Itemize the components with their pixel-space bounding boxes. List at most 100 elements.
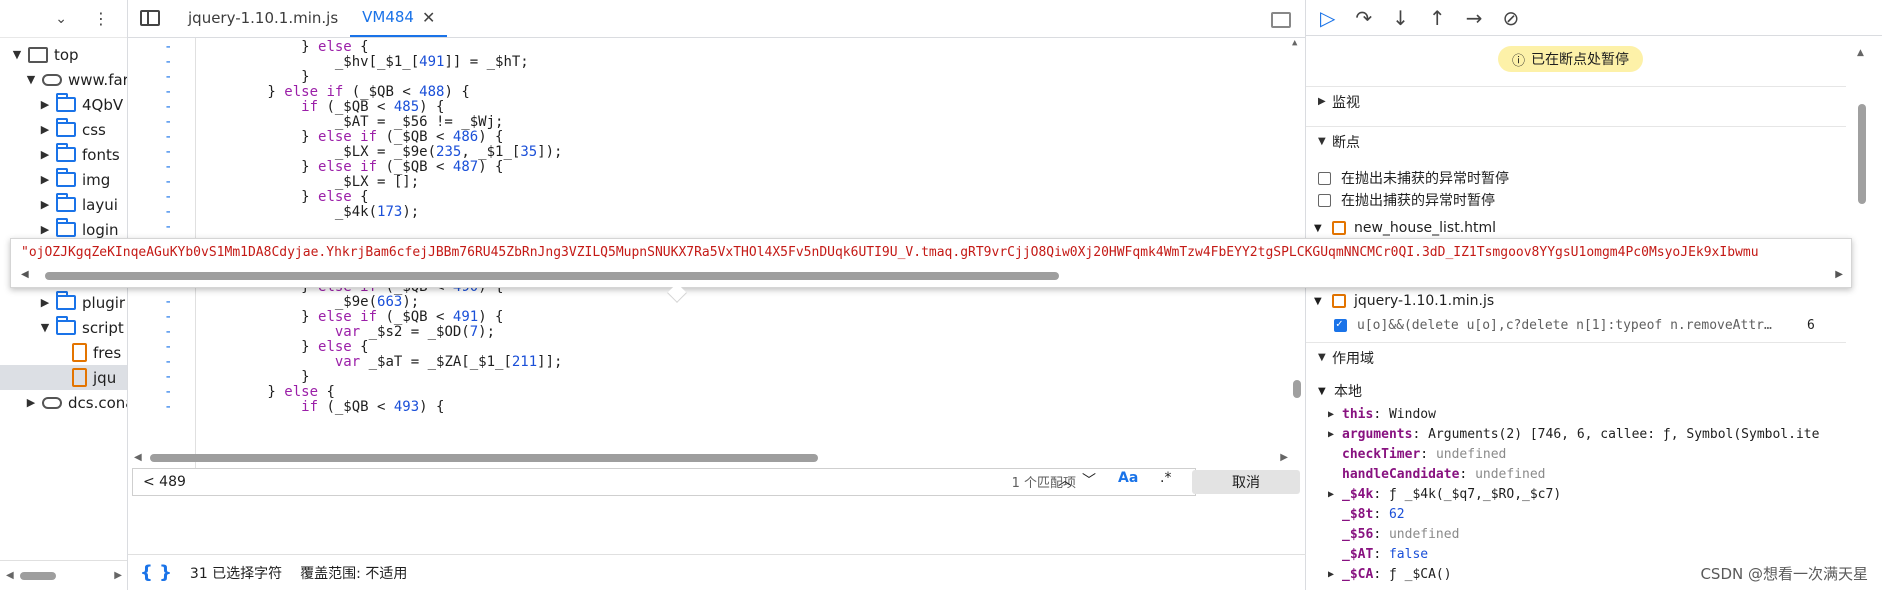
scope-variable[interactable]: ▶ arguments: Arguments(2) [746, 6, callee…	[1306, 426, 1846, 443]
collapse-icon[interactable]: ▼	[38, 321, 52, 334]
scope-variable[interactable]: ▶ _$4k: ƒ _$4k(_$q7,_$RO,_$c7)	[1306, 486, 1846, 503]
expand-icon[interactable]: ▶	[1328, 429, 1342, 440]
expand-icon[interactable]: ▶	[38, 148, 52, 161]
scroll-thumb[interactable]	[150, 454, 818, 462]
breakpoints-section[interactable]: ▼ 断点	[1306, 126, 1846, 156]
breakpoint-checkbox[interactable]	[1334, 317, 1347, 332]
step-over-icon[interactable]: ↷	[1355, 6, 1372, 30]
sidebar-vscrollbar[interactable]: ▲	[1856, 48, 1868, 584]
match-case-button[interactable]: Aa	[1118, 470, 1138, 486]
tree-item[interactable]: jqu	[0, 365, 127, 390]
separator: :	[1373, 487, 1389, 502]
chevron-down-icon[interactable]: ⌄	[55, 11, 67, 27]
scroll-right-icon[interactable]: ▶	[1280, 452, 1288, 463]
scope-variable[interactable]: _$8t: 62	[1306, 506, 1846, 523]
scope-variable[interactable]: ▶ this: Window	[1306, 406, 1846, 423]
file-icon	[72, 368, 87, 387]
value-tooltip: "ojOZJKgqZeKInqeAGuKYb0vS1Mm1DA8Cdyjae.Y…	[10, 238, 1852, 288]
scroll-right-icon[interactable]: ▶	[114, 570, 122, 581]
pause-caught-option[interactable]: 在抛出捕获的异常时暂停	[1306, 189, 1846, 211]
tooltip-value: "ojOZJKgqZeKInqeAGuKYb0vS1Mm1DA8Cdyjae.Y…	[21, 245, 1759, 260]
breakpoint-entry[interactable]: u[o]&&(delete u[o],c?delete n[1]:typeof …	[1306, 314, 1846, 336]
expand-icon[interactable]: ▶	[38, 98, 52, 111]
scroll-up-icon[interactable]: ▲	[1857, 48, 1864, 58]
tree-item[interactable]: ▼ script	[0, 315, 124, 340]
line-marker[interactable]: -	[164, 398, 172, 416]
resume-icon[interactable]: ▷	[1320, 6, 1335, 30]
expand-icon[interactable]: ▶	[38, 223, 52, 236]
breakpoint-line: 6	[1807, 317, 1815, 333]
next-match-icon[interactable]: ﹀	[1082, 470, 1096, 490]
expand-icon[interactable]: ▶	[1328, 409, 1342, 420]
expand-icon[interactable]: ▶	[38, 198, 52, 211]
regex-button[interactable]: .*	[1160, 470, 1171, 486]
tree-item[interactable]: ▶ img	[0, 167, 110, 192]
scope-variable[interactable]: _$AT: false	[1306, 546, 1846, 563]
tree-item[interactable]: ▶ plugir	[0, 290, 125, 315]
deactivate-breakpoints-icon[interactable]: ⊘	[1502, 6, 1519, 30]
tree-item[interactable]: ▶ fonts	[0, 142, 120, 167]
navigator-hscrollbar[interactable]: ◀ ▶	[0, 560, 127, 590]
tooltip-scrollbar[interactable]: ◀ ▶	[21, 269, 1843, 283]
step-out-icon[interactable]: ↑	[1429, 6, 1446, 30]
tree-item[interactable]: ▶ layui	[0, 192, 118, 217]
checkbox[interactable]	[1318, 193, 1331, 207]
scroll-right-icon[interactable]: ▶	[1835, 269, 1843, 280]
scroll-thumb[interactable]	[45, 272, 1059, 280]
expand-icon: ▶	[1318, 96, 1326, 107]
expand-icon[interactable]: ▶	[38, 123, 52, 136]
tree-item[interactable]: ▶ 4QbV	[0, 92, 123, 117]
toggle-debugger-icon[interactable]	[1271, 12, 1291, 28]
checkbox[interactable]	[1318, 171, 1331, 185]
scroll-thumb[interactable]	[19, 571, 56, 580]
expand-icon[interactable]: ▶	[38, 173, 52, 186]
scroll-up-icon[interactable]: ▲	[1292, 38, 1297, 48]
watermark: CSDN @想看一次满天星	[1700, 565, 1868, 583]
close-icon[interactable]: ✕	[422, 8, 435, 27]
step-icon[interactable]: →	[1466, 6, 1483, 30]
bp-file-name: jquery-1.10.1.min.js	[1354, 293, 1495, 309]
scroll-left-icon[interactable]: ◀	[6, 570, 14, 581]
scope-section[interactable]: ▼ 作用域	[1306, 342, 1846, 372]
separator: :	[1373, 507, 1389, 522]
tree-item[interactable]: ▼ www.far	[0, 67, 127, 92]
scroll-thumb[interactable]	[1293, 380, 1301, 398]
code-line[interactable]: - if (_$QB < 493) {	[128, 398, 1288, 416]
tree-item[interactable]: ▶ css	[0, 117, 106, 142]
step-into-icon[interactable]: ↓	[1392, 6, 1409, 30]
more-options-icon[interactable]: ⋮	[93, 9, 109, 28]
bp-file-jquery[interactable]: ▼ jquery-1.10.1.min.js	[1306, 290, 1846, 312]
tab-vm484[interactable]: VM484 ✕	[350, 0, 448, 37]
scope-variable[interactable]: handleCandidate: undefined	[1306, 466, 1846, 483]
pretty-print-button[interactable]: { }	[140, 562, 172, 583]
tab-jquery[interactable]: jquery-1.10.1.min.js	[176, 0, 350, 37]
editor-hscrollbar[interactable]: ◀ ▶	[128, 450, 1306, 466]
scroll-left-icon[interactable]: ◀	[134, 452, 142, 463]
scroll-thumb[interactable]	[1858, 104, 1866, 204]
pause-uncaught-option[interactable]: 在抛出未捕获的异常时暂停	[1306, 167, 1846, 189]
cancel-button[interactable]: 取消	[1192, 470, 1300, 494]
scroll-left-icon[interactable]: ◀	[21, 269, 29, 280]
expand-icon[interactable]: ▶	[38, 296, 52, 309]
collapse-icon[interactable]: ▼	[24, 73, 38, 86]
tree-item-label: plugir	[82, 293, 126, 312]
tree-item[interactable]: ▶ dcs.cona	[0, 390, 127, 415]
scope-variable[interactable]: _$56: undefined	[1306, 526, 1846, 543]
watch-section[interactable]: ▶ 监视	[1306, 86, 1846, 116]
expand-icon[interactable]: ▶	[24, 396, 38, 409]
scope-variable[interactable]: checkTimer: undefined	[1306, 446, 1846, 463]
separator: :	[1412, 427, 1429, 442]
separator: :	[1420, 447, 1436, 462]
collapse-icon[interactable]: ▼	[10, 48, 24, 61]
previous-match-icon[interactable]: ︿	[1058, 470, 1072, 490]
local-scope[interactable]: ▼ 本地	[1306, 380, 1846, 402]
file-icon	[72, 343, 87, 362]
toggle-navigator-icon[interactable]	[140, 10, 160, 26]
tree-item[interactable]: fres	[0, 340, 121, 365]
tree-item-label: layui	[82, 195, 118, 214]
bp-file-name: new_house_list.html	[1354, 220, 1497, 236]
expand-icon[interactable]: ▶	[1328, 569, 1342, 580]
bp-file-new-house[interactable]: ▼ new_house_list.html	[1306, 217, 1846, 239]
tree-item[interactable]: ▼ top	[0, 42, 79, 67]
expand-icon[interactable]: ▶	[1328, 489, 1342, 500]
